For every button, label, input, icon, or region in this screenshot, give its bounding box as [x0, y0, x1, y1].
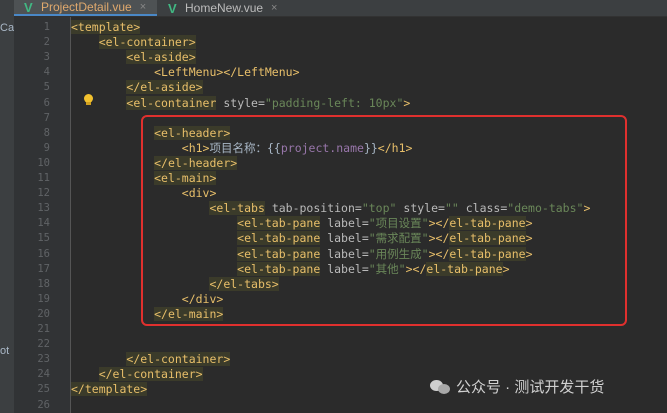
- line-number: 26: [37, 398, 50, 411]
- line-number: 9: [43, 141, 50, 154]
- code-line[interactable]: </el-container>: [71, 352, 667, 367]
- sidebar-label-bottom: ot: [0, 345, 10, 357]
- red-highlight-box: [141, 115, 627, 326]
- code-line[interactable]: </el-aside>: [71, 80, 667, 95]
- tab-project-detail[interactable]: V ProjectDetail.vue ×: [14, 0, 157, 16]
- code-line[interactable]: [71, 398, 667, 413]
- code-line[interactable]: [71, 337, 667, 352]
- line-number: 19: [37, 292, 50, 305]
- line-number: 12: [37, 187, 50, 200]
- code-line[interactable]: <el-container>: [71, 35, 667, 50]
- sidebar-label-top: Cas: [0, 22, 14, 34]
- line-number: 5: [43, 81, 50, 94]
- line-number: 14: [37, 217, 50, 230]
- line-number: 25: [37, 383, 50, 396]
- line-number: 8: [43, 126, 50, 139]
- line-number: 18: [37, 277, 50, 290]
- line-number: 13: [37, 202, 50, 215]
- lightbulb-base: [86, 102, 91, 105]
- watermark-text: 公众号 · 测试开发干货: [456, 379, 605, 396]
- close-icon[interactable]: ×: [140, 1, 146, 13]
- line-number: 15: [37, 232, 50, 245]
- line-number: 17: [37, 262, 50, 275]
- line-number: 21: [37, 323, 50, 335]
- line-number: 23: [37, 353, 50, 366]
- tab-label: HomeNew.vue: [185, 1, 264, 15]
- watermark: 公众号 · 测试开发干货: [430, 376, 604, 397]
- line-number: 1: [43, 21, 50, 33]
- line-number: 22: [37, 338, 50, 351]
- line-number: 3: [43, 51, 50, 64]
- line-number: 2: [43, 36, 50, 49]
- code-line[interactable]: <LeftMenu></LeftMenu>: [71, 65, 667, 80]
- line-number: 16: [37, 247, 50, 260]
- vue-file-icon: V: [168, 0, 177, 16]
- vue-file-icon: V: [24, 0, 33, 15]
- line-number: 4: [43, 66, 50, 79]
- line-number: 20: [37, 307, 50, 320]
- project-sidebar[interactable]: Cas ot: [0, 0, 14, 413]
- line-number: 24: [37, 368, 50, 381]
- tab-label: ProjectDetail.vue: [41, 0, 132, 14]
- line-number: 11: [37, 172, 50, 184]
- line-number: 6: [43, 96, 50, 109]
- code-line[interactable]: <el-container style="padding-left: 10px"…: [71, 95, 667, 111]
- code-line[interactable]: <template>: [71, 20, 667, 35]
- close-icon[interactable]: ×: [271, 2, 277, 14]
- wechat-icon: [430, 379, 450, 395]
- editor-tab-bar: V ProjectDetail.vue × V HomeNew.vue ×: [14, 0, 667, 17]
- line-number: 10: [37, 156, 50, 169]
- code-line[interactable]: <el-aside>: [71, 50, 667, 65]
- line-number: 7: [43, 111, 50, 124]
- tab-home-new[interactable]: V HomeNew.vue ×: [158, 0, 288, 16]
- line-number-gutter[interactable]: 1 2 3 4 5 6 7 8 9 10 11 12 13 14 15 16 17 18 19 20 21 22 23 24 2…: [14, 17, 71, 413]
